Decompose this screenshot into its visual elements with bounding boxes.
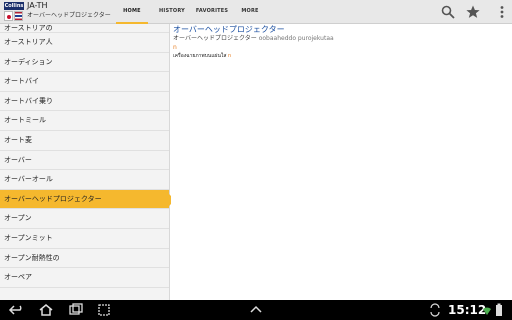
list-item[interactable]: オーバーオール	[0, 170, 169, 190]
action-bar: Collins JA-TH オーバーヘッドプロジェクター HOME HISTOR…	[0, 0, 512, 24]
list-item[interactable]: オープン	[0, 209, 169, 229]
back-icon[interactable]	[8, 302, 24, 318]
tab-favorites[interactable]: FAVORITES	[194, 0, 230, 24]
entry-headword: オーバーヘッドプロジェクター	[173, 25, 285, 34]
logo-text: Collins	[4, 2, 24, 10]
entry-part-of-speech: n	[173, 44, 177, 51]
list-item[interactable]: オーストリアの	[0, 24, 169, 33]
clock: 15:12	[448, 303, 487, 317]
sync-icon	[428, 302, 442, 318]
entry-translation: เครื่องฉายภาพบนแผ่นใส	[173, 53, 227, 59]
tab-home[interactable]: HOME	[116, 0, 148, 24]
translation-part-of-speech: n	[227, 53, 232, 59]
chevron-up-icon[interactable]	[248, 302, 264, 318]
tab-more[interactable]: MORE	[238, 0, 262, 24]
list-item-selected[interactable]: オーバーヘッドプロジェクター	[0, 189, 175, 210]
overflow-menu-icon[interactable]	[494, 4, 510, 20]
home-icon[interactable]	[38, 302, 54, 318]
list-item[interactable]: オーストリア人	[0, 33, 169, 53]
list-item[interactable]: オーペア	[0, 268, 169, 288]
screenshot-icon[interactable]	[96, 302, 112, 318]
system-bar: 15:12	[0, 300, 512, 320]
entry-romaji: oobaaheddo purojekutaa	[258, 35, 334, 42]
list-item[interactable]: オートバイ	[0, 72, 169, 92]
app-logo[interactable]: Collins	[4, 2, 24, 22]
list-item[interactable]: オープン耐熱性の	[0, 249, 169, 269]
list-item[interactable]: オートミール	[0, 111, 169, 131]
list-item[interactable]: オープンミット	[0, 229, 169, 249]
entry-translation-line: เครื่องฉายภาพบนแผ่นใส n	[173, 52, 510, 61]
list-item[interactable]: オート麦	[0, 131, 169, 151]
entry-panel: オーバーヘッドプロジェクター オーバーヘッドプロジェクター oobaaheddo …	[171, 24, 512, 300]
list-item[interactable]: オーディション	[0, 53, 169, 73]
app-title: JA-TH	[27, 1, 48, 10]
list-item[interactable]: オートバイ乗り	[0, 92, 169, 112]
battery-icon	[494, 302, 504, 318]
japan-flag-icon	[4, 11, 13, 21]
list-item[interactable]: オーバー	[0, 151, 169, 171]
wifi-icon	[482, 302, 492, 318]
tab-history[interactable]: HISTORY	[156, 0, 188, 24]
entry-reading: オーバーヘッドプロジェクター	[173, 35, 257, 42]
word-list[interactable]: オーストリアの オーストリア人 オーディション オートバイ オートバイ乗り オー…	[0, 24, 175, 300]
recent-apps-icon[interactable]	[68, 302, 84, 318]
thailand-flag-icon	[14, 11, 23, 21]
entry-reading-line: オーバーヘッドプロジェクター oobaaheddo purojekutaa	[173, 34, 510, 43]
app-subtitle: オーバーヘッドプロジェクター	[27, 12, 111, 19]
star-icon[interactable]	[465, 4, 481, 20]
search-icon[interactable]	[440, 4, 456, 20]
